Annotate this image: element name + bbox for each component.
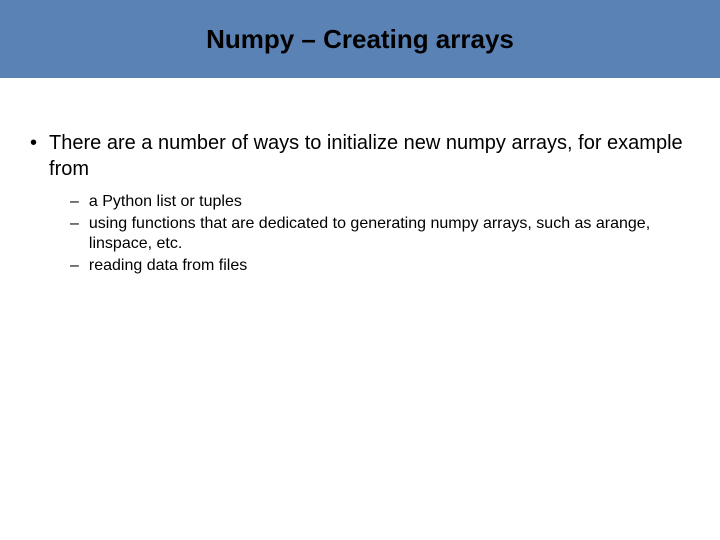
sub-bullet: – using functions that are dedicated to …: [70, 214, 690, 254]
sub-bullet: – a Python list or tuples: [70, 192, 690, 212]
main-bullet: • There are a number of ways to initiali…: [30, 130, 690, 182]
sub-bullet: – reading data from files: [70, 256, 690, 276]
bullet-dash-icon: –: [70, 214, 79, 234]
bullet-dash-icon: –: [70, 192, 79, 212]
main-bullet-text: There are a number of ways to initialize…: [49, 130, 690, 182]
sub-bullet-list: – a Python list or tuples – using functi…: [70, 192, 690, 276]
slide-title: Numpy – Creating arrays: [206, 24, 514, 55]
slide-header: Numpy – Creating arrays: [0, 0, 720, 78]
sub-bullet-text: reading data from files: [89, 256, 247, 276]
sub-bullet-text: using functions that are dedicated to ge…: [89, 214, 690, 254]
bullet-dot-icon: •: [30, 130, 37, 156]
sub-bullet-text: a Python list or tuples: [89, 192, 242, 212]
slide-body: • There are a number of ways to initiali…: [0, 78, 720, 276]
bullet-dash-icon: –: [70, 256, 79, 276]
